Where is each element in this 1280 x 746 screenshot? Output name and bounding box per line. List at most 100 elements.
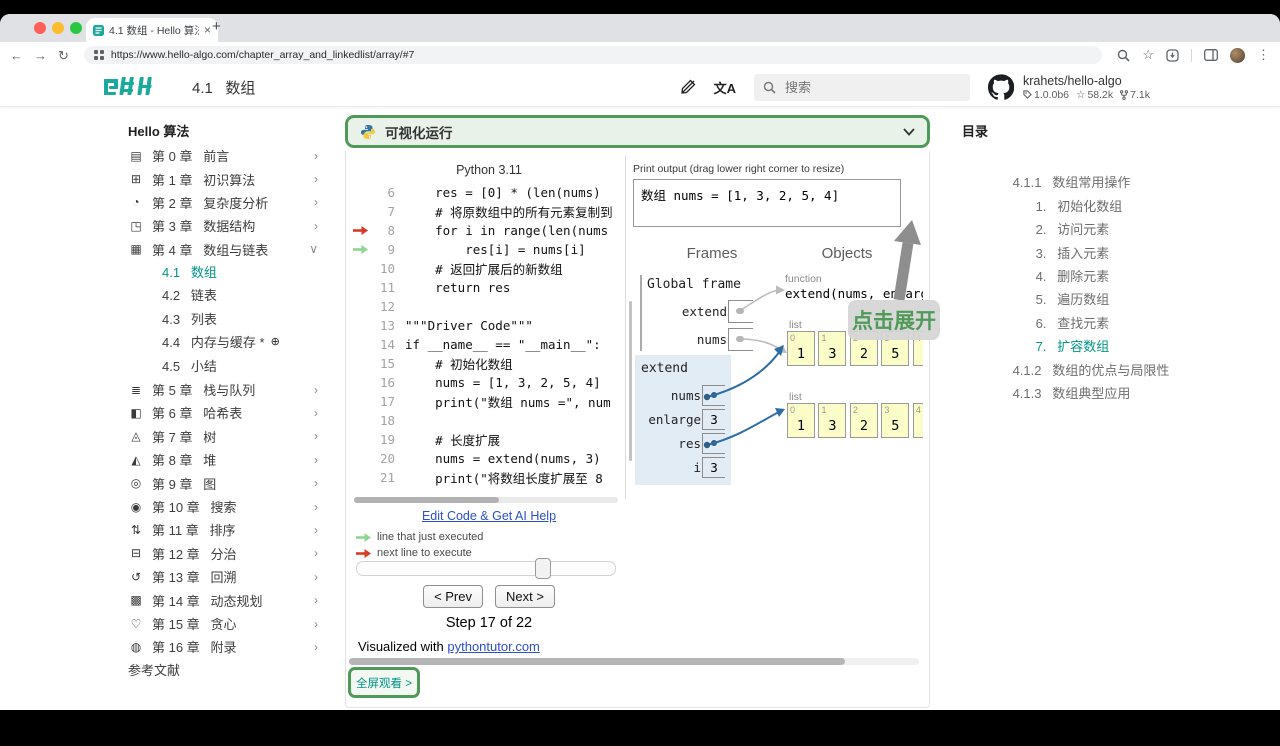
code-line: 7 # 将原数组中的所有元素复制到 [387,204,613,220]
next-button[interactable]: Next > [495,585,555,608]
extend-frame: extend nums enlarge 3 res i 3 [635,355,731,485]
side-panel-icon[interactable] [1204,49,1218,61]
chapter-icon: ◎ [130,476,142,491]
legend-next: next line to execute [356,547,472,559]
chapter-icon: ▦ [130,242,142,257]
minimize-window-button[interactable] [52,22,64,34]
sidebar-chapter-item[interactable]: ◔ 第 2 章 复杂度分析 › [128,191,320,214]
chevron-down-icon[interactable] [903,127,915,136]
sidebar-section-item[interactable]: 4.4 内存与缓存 * ⊕ [128,331,320,354]
sidebar-chapter-item[interactable]: ◍ 第 16 章 附录 › [128,635,320,658]
code-line: 17 print("数组 nums =", num [379,394,611,410]
reload-icon[interactable]: ↻ [58,49,69,62]
sidebar-chapter-item[interactable]: ◧ 第 6 章 哈希表 › [128,401,320,424]
list-cell: 0 1 [787,331,815,366]
repo-forks: 7.1k [1130,88,1150,101]
pointer-dot [738,308,744,314]
sidebar-section-item[interactable]: 4.3 列表 [128,308,320,331]
frame-variable: enlarge 3 [641,407,725,431]
chapter-icon: ▤ [130,148,142,163]
bookmark-star-icon[interactable]: ☆ [1142,47,1154,63]
chapter-icon: ↺ [130,569,142,584]
step-label: Step 17 of 22 [445,615,533,631]
chapter-icon: ◬ [131,429,141,444]
red-arrow-icon [356,548,371,558]
pythontutor-link[interactable]: pythontutor.com [447,639,540,654]
search-box[interactable] [753,73,970,101]
toc-item[interactable]: 4.1.1 数组常用操作 [962,148,1184,190]
chevron-icon: › [314,499,318,514]
maximize-window-button[interactable] [70,22,82,34]
tab-close-icon[interactable]: × [204,24,211,36]
search-input[interactable] [782,78,927,96]
translate-icon[interactable]: 文A [714,78,736,97]
sidebar-item-references[interactable]: 参考文献 [128,659,320,682]
browser-menu-icon[interactable]: ⋮ [1257,47,1270,63]
sidebar-chapter-item[interactable]: ▤ 第 0 章 前言 › [128,144,320,167]
sidebar-chapter-item[interactable]: ▩ 第 14 章 动态规划 › [128,588,320,611]
chapter-icon: ◔ [132,195,140,210]
search-icon [763,81,776,94]
function-type-label: function [785,273,822,285]
chapter-icon: ⇅ [130,522,142,537]
chevron-icon: › [314,172,318,187]
github-repo-link[interactable]: krahets/hello-algo 1.0.0b6 ☆ 58.2k 7.1k [987,74,1150,101]
chevron-icon: › [314,148,318,163]
frame-variable: nums [641,383,725,407]
theme-toggle-icon[interactable] [680,79,696,95]
sidebar-chapter-item[interactable]: ♡ 第 15 章 贪心 › [128,612,320,635]
list-cell: 3 5 [881,403,910,438]
tab-title: 4.1 数组 - Hello 算法 [109,24,199,37]
sidebar-chapter-item[interactable]: ≣ 第 5 章 栈与队列 › [128,378,320,401]
zoom-icon[interactable] [1117,49,1130,62]
extend-frame-title: extend [641,361,688,376]
back-icon[interactable]: ← [10,49,23,62]
sidebar-chapter-item[interactable]: ◭ 第 8 章 堆 › [128,448,320,471]
close-window-button[interactable] [34,22,46,34]
favicon [93,24,104,36]
forward-icon[interactable]: → [34,49,47,62]
browser-window: 4.1 数组 - Hello 算法 × + ← → ↻ https://www.… [0,14,1280,710]
sidebar-section-item[interactable]: 4.2 链表 [128,284,320,307]
code-horizontal-scrollbar[interactable] [354,497,618,503]
browser-tab[interactable]: 4.1 数组 - Hello 算法 × [86,18,218,42]
frame-variable: nums [647,325,753,353]
chevron-icon: › [314,218,318,233]
visual-run-header[interactable]: 可视化运行 [345,115,930,148]
list-cell: 1 3 [818,331,847,366]
sidebar-chapter-item[interactable]: ↺ 第 13 章 回溯 › [128,565,320,588]
sidebar-chapter-item[interactable]: ◳ 第 3 章 数据结构 › [128,214,320,237]
code-line: 19 # 长度扩展 [379,432,501,448]
runtime-label: Python 3.11 [456,163,522,177]
url-bar[interactable]: https://www.hello-algo.com/chapter_array… [83,46,1103,64]
sidebar-chapter-item[interactable]: ▦ 第 4 章 数组与链表 ∨ [128,238,320,261]
sidebar-chapter-item[interactable]: ◉ 第 10 章 搜索 › [128,495,320,518]
sidebar-title: Hello 算法 [128,124,190,139]
panel-horizontal-scrollbar[interactable] [349,658,919,665]
sidebar-chapter-item[interactable]: ◎ 第 9 章 图 › [128,471,320,494]
code-line: 9 res[i] = nums[i] [353,240,625,259]
edit-code-link[interactable]: Edit Code & Get AI Help [353,509,625,523]
res-list: 0 1 1 3 2 2 3 5 4 [787,403,923,438]
profile-avatar[interactable] [1230,47,1245,63]
site-logo[interactable] [104,76,156,98]
install-icon[interactable] [1166,48,1179,62]
sidebar-section-item[interactable]: 4.5 小结 [128,355,320,378]
code-line: 11 return res [379,280,511,295]
code-pane: Python 3.11 6 res = [0] * (len(nums) 7 #… [353,153,625,487]
sidebar-chapter-item[interactable]: ◬ 第 7 章 树 › [128,425,320,448]
prev-button[interactable]: < Prev [423,585,483,608]
sidebar-chapter-item[interactable]: ⇅ 第 11 章 排序 › [128,518,320,541]
slider-thumb[interactable] [535,558,551,579]
visualized-with: Visualized with pythontutor.com [358,639,540,654]
code-line: 16 nums = [1, 3, 2, 5, 4] [379,375,601,390]
sidebar-chapter-item[interactable]: ⊟ 第 12 章 分治 › [128,542,320,565]
fullscreen-link[interactable]: 全屏观看 > [348,667,420,698]
sidebar-section-item[interactable]: 4.1 数组 [128,261,320,284]
step-slider[interactable] [356,558,616,579]
frame-variable: i 3 [641,455,725,479]
new-tab-button[interactable]: + [212,18,221,35]
chevron-icon: › [314,452,318,467]
sidebar-chapter-item[interactable]: ⊞ 第 1 章 初识算法 › [128,167,320,190]
print-output-box[interactable]: 数组 nums = [1, 3, 2, 5, 4] [633,179,901,227]
